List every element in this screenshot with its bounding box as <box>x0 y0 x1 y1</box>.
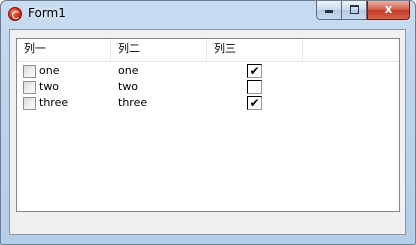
list-header: 列一 列二 列三 <box>17 39 399 62</box>
maximize-icon <box>349 5 359 14</box>
row-col2-text: three <box>118 96 148 109</box>
close-icon: x <box>384 2 393 16</box>
row-checkbox[interactable] <box>23 65 36 78</box>
col3-checkbox-checked[interactable]: ✔ <box>247 64 262 78</box>
row-checkbox[interactable] <box>23 97 36 110</box>
column-header-2[interactable]: 列二 <box>111 39 207 61</box>
row-col2-text: one <box>118 64 139 77</box>
window-title: Form1 <box>28 6 66 20</box>
col3-checkbox-checked[interactable]: ✔ <box>247 96 262 110</box>
close-button[interactable]: x <box>367 1 410 20</box>
list-row[interactable]: three three ✔ <box>17 95 399 111</box>
list-row[interactable]: two two <box>17 79 399 95</box>
list-view[interactable]: 列一 列二 列三 one one ✔ two two three three ✔ <box>16 38 400 212</box>
column-header-3[interactable]: 列三 <box>207 39 303 61</box>
row-col2-text: two <box>118 80 139 93</box>
row-col1-text: two <box>39 80 60 93</box>
title-bar[interactable]: Form1 x <box>1 1 415 28</box>
app-icon[interactable] <box>8 7 22 21</box>
row-col1-text: one <box>39 64 60 77</box>
minimize-icon <box>325 10 333 13</box>
list-row[interactable]: one one ✔ <box>17 63 399 79</box>
form-client-area: 列一 列二 列三 one one ✔ two two three three ✔ <box>9 29 406 235</box>
maximize-button[interactable] <box>342 1 367 20</box>
row-checkbox[interactable] <box>23 81 36 94</box>
row-col1-text: three <box>39 96 69 109</box>
col3-checkbox[interactable] <box>247 80 262 94</box>
minimize-button[interactable] <box>316 1 342 20</box>
column-header-1[interactable]: 列一 <box>17 39 111 61</box>
form1-window: Form1 x 列一 列二 列三 one one ✔ two two three… <box>0 0 416 245</box>
